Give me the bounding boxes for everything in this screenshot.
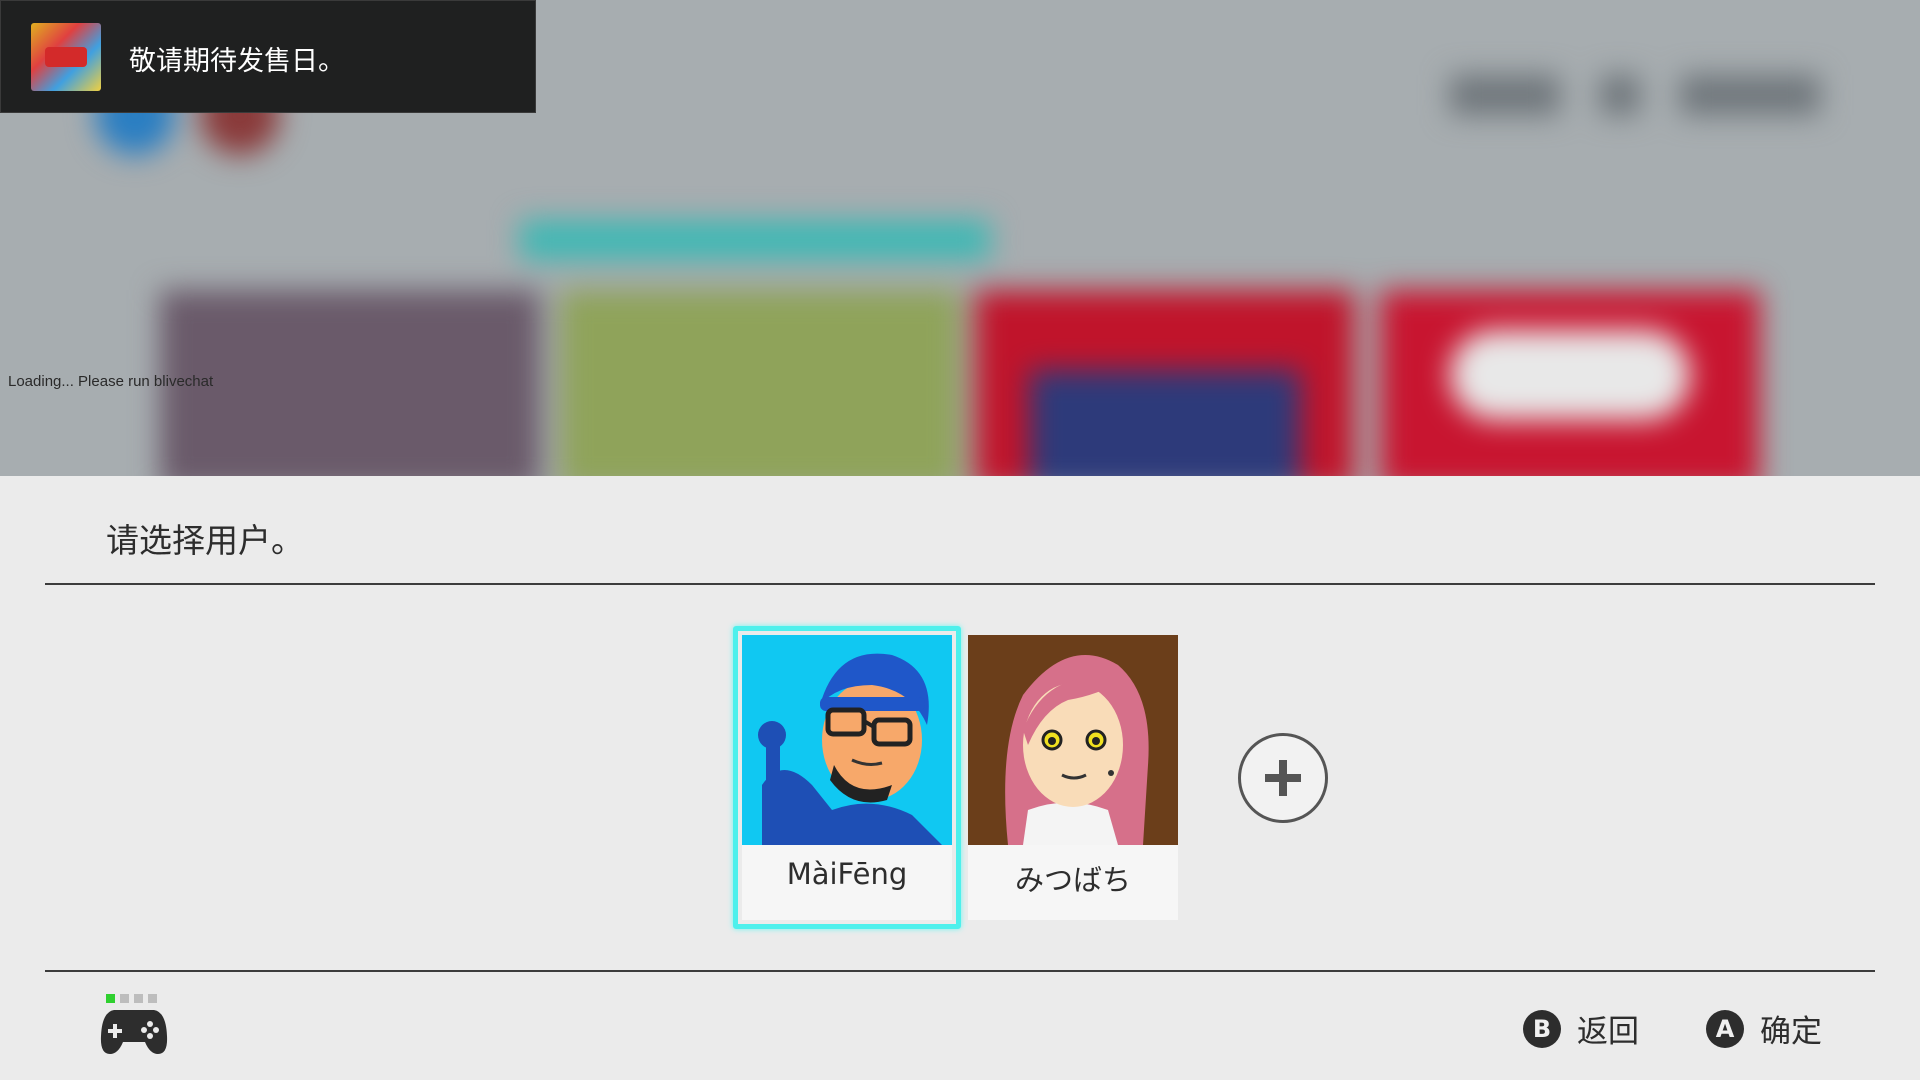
player-led: [106, 994, 115, 1003]
confirm-button[interactable]: A 确定: [1706, 1006, 1822, 1051]
confirm-label: 确定: [1760, 1014, 1822, 1050]
back-button[interactable]: B 返回: [1523, 1006, 1639, 1051]
mii-avatar: [742, 635, 952, 845]
player-led: [120, 994, 129, 1003]
divider-bottom: [45, 970, 1875, 972]
user-name: みつばち: [1014, 863, 1131, 897]
user-name: MàiFēng: [786, 857, 908, 891]
gamepad-icon: [100, 1006, 168, 1060]
divider-top: [45, 583, 1875, 585]
mii-avatar: [968, 635, 1178, 845]
user-select-panel: 请选择用户。 MàiFēng みつばち B 返回 A 确定: [0, 476, 1920, 1080]
plus-icon: [1265, 760, 1301, 796]
add-user-button[interactable]: [1238, 733, 1328, 823]
a-button-icon: A: [1706, 1009, 1744, 1048]
game-cover-icon: [31, 23, 101, 91]
back-label: 返回: [1577, 1014, 1639, 1050]
user-card-maifeng[interactable]: MàiFēng: [742, 635, 952, 920]
notification-text: 敬请期待发售日。: [129, 46, 345, 77]
player-led: [134, 994, 143, 1003]
player-led: [148, 994, 157, 1003]
notification-toast: 敬请期待发售日。: [0, 0, 536, 113]
page-title: 请选择用户。: [106, 521, 304, 560]
b-button-icon: B: [1523, 1009, 1561, 1048]
player-indicator: [106, 988, 162, 1007]
user-card-mitsubachi[interactable]: みつばち: [968, 635, 1178, 920]
loading-overlay-text: Loading... Please run blivechat: [8, 373, 214, 390]
